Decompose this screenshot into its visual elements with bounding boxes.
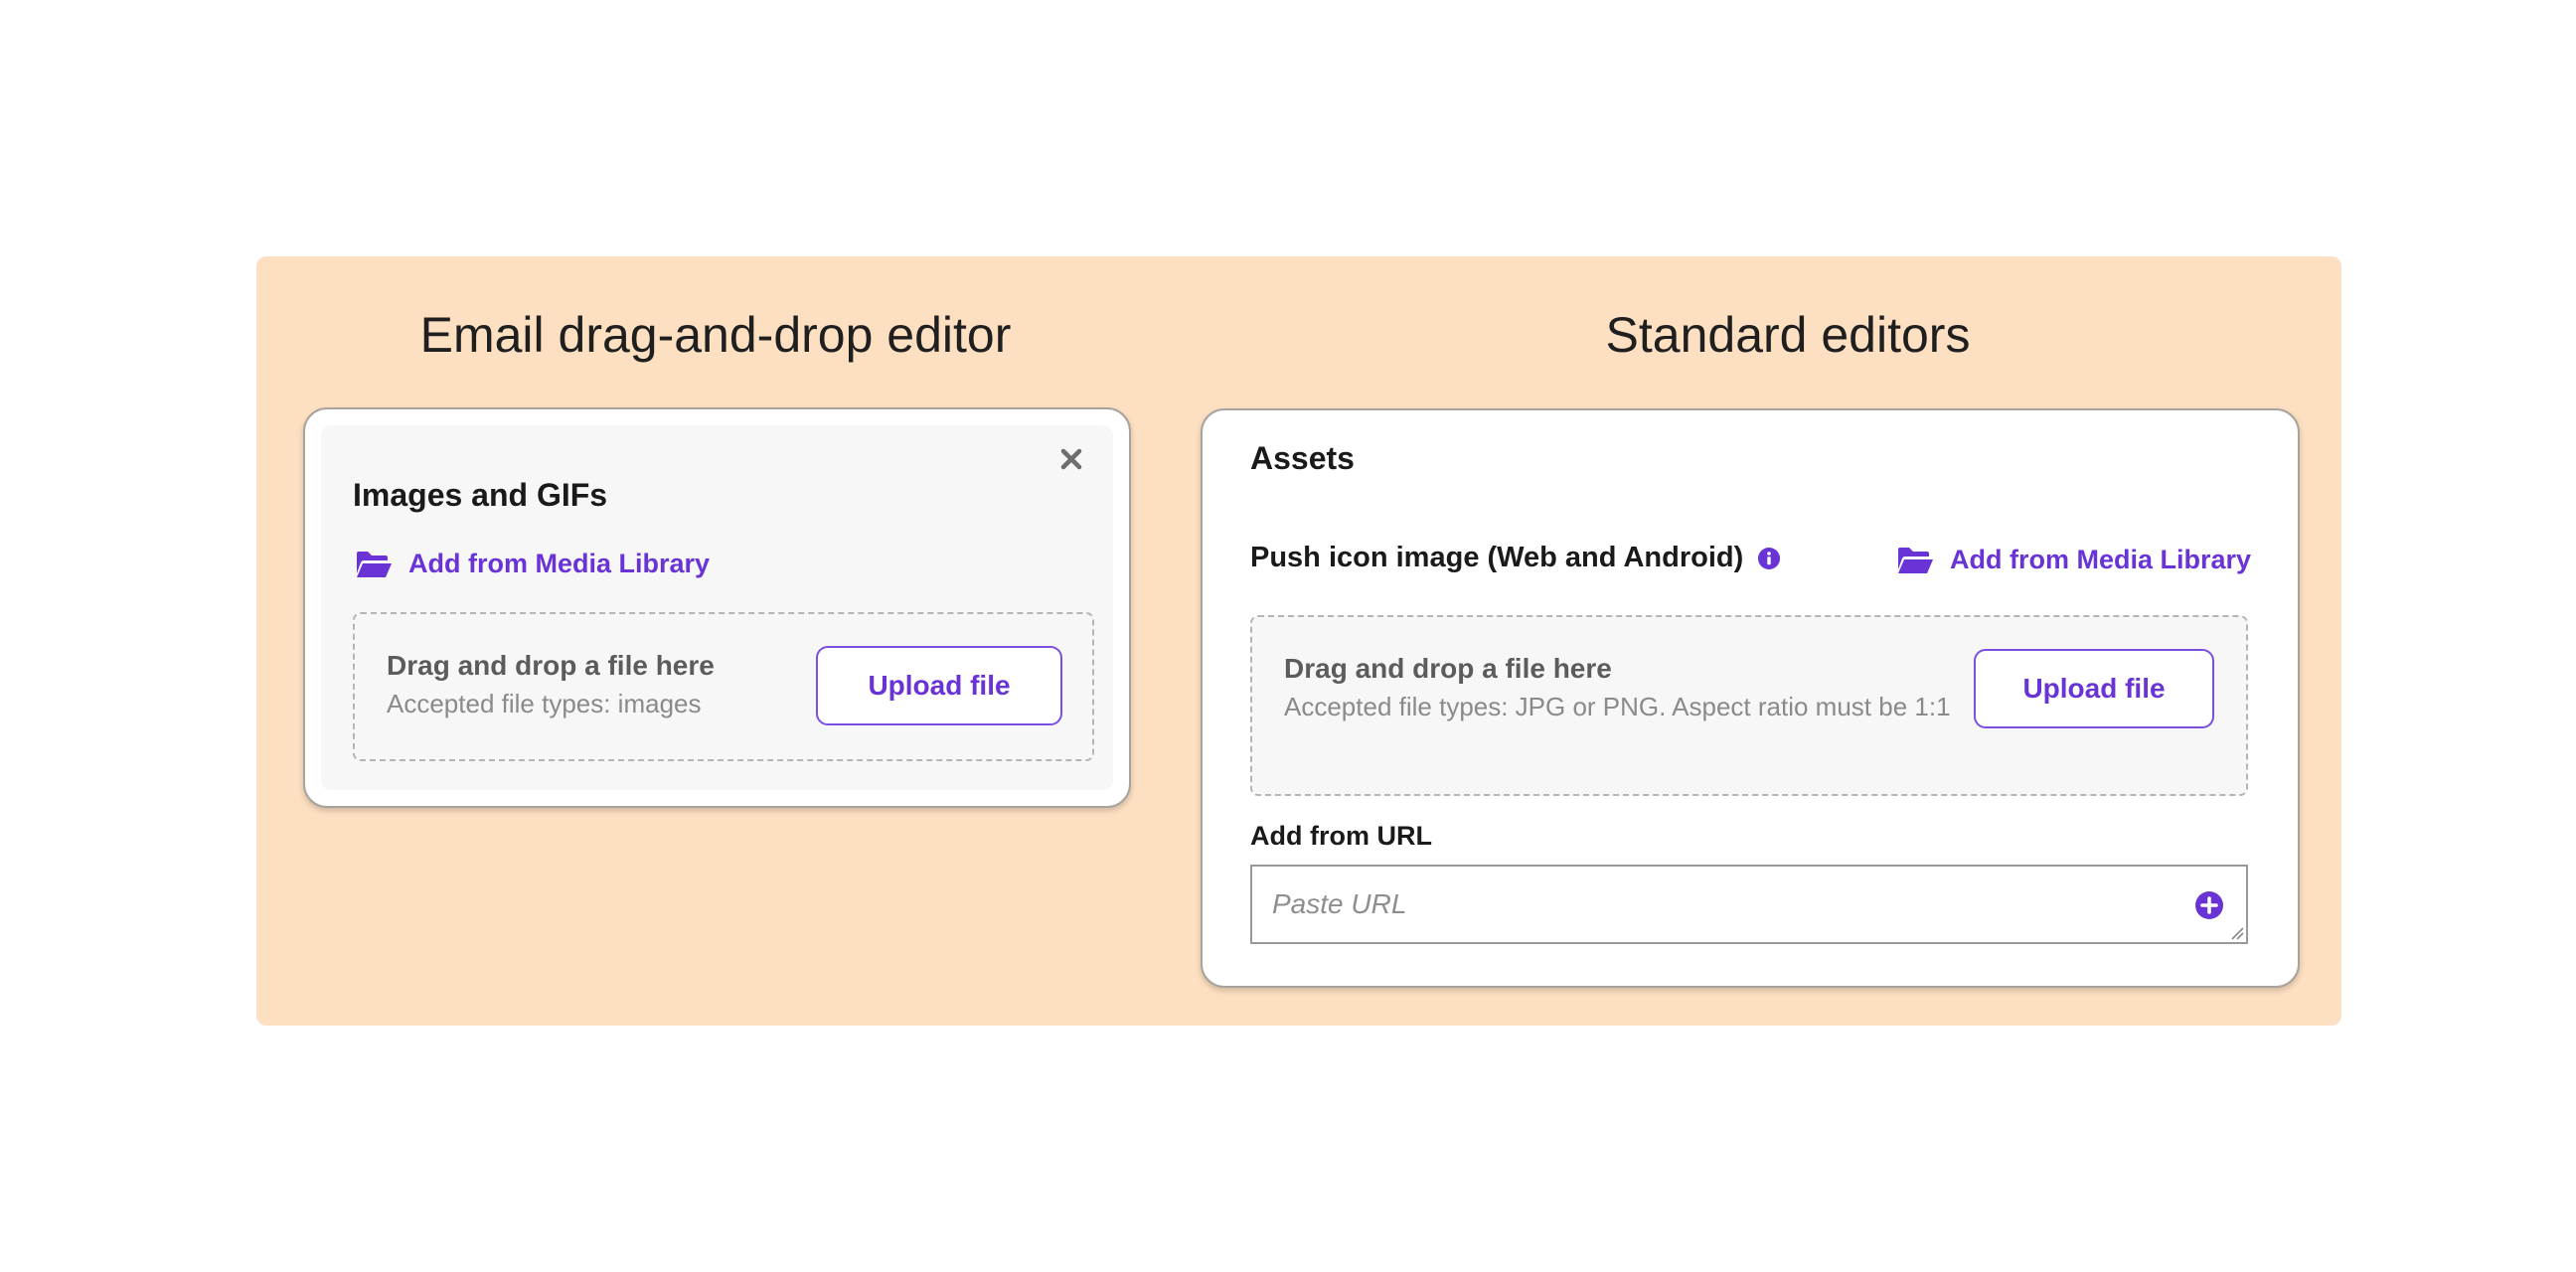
dropzone-title: Drag and drop a file here: [1284, 653, 1612, 684]
stage: Email drag-and-drop editor Standard edit…: [0, 0, 2576, 1272]
add-from-media-library-link[interactable]: Add from Media Library: [355, 549, 710, 579]
card-heading: Assets: [1250, 440, 1355, 476]
paste-url-input[interactable]: [1252, 867, 2186, 942]
upload-file-button[interactable]: Upload file: [816, 646, 1062, 725]
folder-open-icon: [1898, 547, 1933, 573]
media-link-label: Add from Media Library: [408, 549, 711, 578]
info-icon[interactable]: [1757, 547, 1781, 570]
section-title-email-editor: Email drag-and-drop editor: [419, 307, 1012, 363]
dropzone-subtitle: Accepted file types: images: [387, 689, 702, 718]
card-heading: Images and GIFs: [353, 477, 608, 513]
file-dropzone[interactable]: Drag and drop a file here Accepted file …: [1250, 615, 2248, 796]
assets-card: Assets Push icon image (Web and Android)…: [1201, 408, 2300, 988]
file-dropzone[interactable]: Drag and drop a file here Accepted file …: [353, 612, 1094, 761]
field-label-text: Push icon image (Web and Android): [1250, 542, 1744, 573]
add-from-url-label: Add from URL: [1250, 821, 1432, 851]
images-gifs-card: Images and GIFs Add from Media Library D…: [303, 407, 1131, 808]
plus-circle-icon[interactable]: [2194, 890, 2224, 920]
push-icon-field-label: Push icon image (Web and Android): [1250, 542, 1781, 574]
folder-open-icon: [357, 551, 392, 577]
url-input-container: [1250, 865, 2248, 944]
images-gifs-card-body: Images and GIFs Add from Media Library D…: [321, 425, 1113, 790]
add-from-media-library-link[interactable]: Add from Media Library: [1896, 545, 2251, 575]
close-icon: [1060, 448, 1082, 470]
close-button[interactable]: [1055, 443, 1087, 475]
section-title-standard-editors: Standard editors: [1605, 307, 1971, 363]
resize-handle-icon[interactable]: [2228, 924, 2244, 940]
media-link-label: Add from Media Library: [1950, 545, 2252, 574]
dropzone-subtitle: Accepted file types: JPG or PNG. Aspect …: [1284, 692, 1951, 721]
upload-file-button[interactable]: Upload file: [1974, 649, 2214, 728]
dropzone-title: Drag and drop a file here: [387, 650, 715, 681]
